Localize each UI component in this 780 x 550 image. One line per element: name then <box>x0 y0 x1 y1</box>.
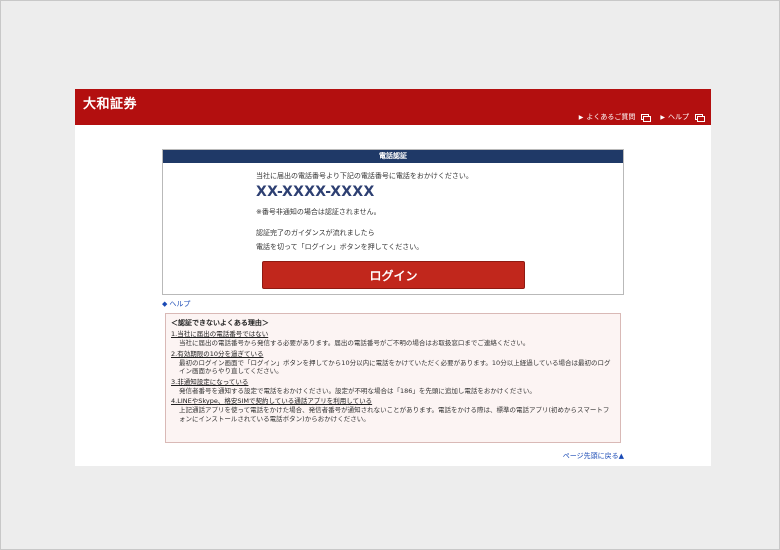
reasons-title: ＜認証できないよくある理由＞ <box>171 319 269 327</box>
instruction-text: 当社に届出の電話番号より下記の電話番号に電話をおかけください。 <box>256 172 473 180</box>
diamond-icon: ◆ <box>162 300 168 308</box>
non-notification-note: ※番号非通知の場合は認証されません。 <box>256 208 381 216</box>
panel-title: 電話認証 <box>163 150 623 163</box>
header-links: ▶ よくあるご質問 ▶ ヘルプ <box>578 112 705 122</box>
reason-heading-2[interactable]: 2.有効期限の10分を過ぎている <box>171 350 615 359</box>
new-window-icon <box>641 113 652 122</box>
help-link[interactable]: ◆ ヘルプ <box>162 299 190 309</box>
login-button[interactable]: ログイン <box>262 261 525 289</box>
triangle-right-icon: ▶ <box>660 113 665 121</box>
triangle-right-icon: ▶ <box>578 113 584 121</box>
guide-text-line2: 電話を切って「ログイン」ボタンを押してください。 <box>256 243 424 251</box>
site-header: 大和証券 ▶ よくあるご質問 ▶ ヘルプ <box>75 89 711 125</box>
reason-desc-3: 発信者番号を通知する設定で電話をおかけください。設定が不明な場合は「186」を先… <box>179 386 536 395</box>
guide-text-line1: 認証完了のガイダンスが流れましたら <box>256 229 375 237</box>
reason-desc-2: 最初のログイン画面で「ログイン」ボタンを押してから10分以内に電話をかけていただ… <box>179 358 611 376</box>
help-link-label: ヘルプ <box>169 300 191 308</box>
reason-heading-4[interactable]: 4.LINEやSkype、格安SIMで契約している通話アプリを利用している <box>171 397 615 406</box>
page-top-link[interactable]: ページ先頭に戻る▲ <box>563 451 624 461</box>
reason-desc-1: 当社に届出の電話番号から発信する必要があります。届出の電話番号がご不明の場合はお… <box>179 339 530 347</box>
reason-desc-4: 上記通話アプリを使って電話をかけた場合、発信者番号が通知されないことがあります。… <box>179 406 610 423</box>
reason-heading-3[interactable]: 3.非通知設定になっている <box>171 378 615 387</box>
help-header-link-label: ヘルプ <box>668 113 689 121</box>
auth-failure-reasons-box: ＜認証できないよくある理由＞ 1.当社に届出の電話番号ではない 当社に届出の電話… <box>165 313 621 443</box>
phone-auth-panel: 電話認証 当社に届出の電話番号より下記の電話番号に電話をおかけください。 XX-… <box>162 149 624 295</box>
new-window-icon <box>695 113 705 122</box>
help-header-link[interactable]: ▶ ヘルプ <box>660 112 705 122</box>
faq-link[interactable]: ▶ よくあるご質問 <box>578 112 652 122</box>
site-logo[interactable]: 大和証券 <box>83 93 137 112</box>
reason-heading-1[interactable]: 1.当社に届出の電話番号ではない <box>171 330 615 339</box>
faq-link-label: よくあるご質問 <box>586 113 636 121</box>
page-content: 大和証券 ▶ よくあるご質問 ▶ ヘルプ 電話認証 当社に届出の電話番号より下記… <box>75 89 711 466</box>
phone-number: XX-XXXX-XXXX <box>256 184 375 200</box>
